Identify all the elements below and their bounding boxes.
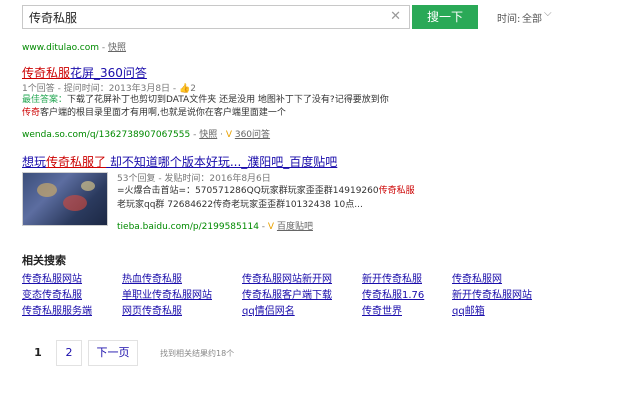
result-meta: 53个回复 - 发贴时间：2016年8月6日 xyxy=(117,174,271,184)
related-link[interactable]: 传奇私服网站新开网 xyxy=(242,270,332,285)
next-page-button[interactable]: 下一页 xyxy=(88,340,138,366)
related-link[interactable]: 网页传奇私服 xyxy=(122,302,182,317)
related-link[interactable]: 传奇私服1.76 xyxy=(362,286,424,301)
related-searches-title: 相关搜索 xyxy=(22,254,66,267)
related-link[interactable]: 传奇私服客户端下载 xyxy=(242,286,332,301)
result-title[interactable]: 传奇私服花屏_360问答 xyxy=(22,62,147,81)
related-link[interactable]: 传奇私服服务端 xyxy=(22,302,92,317)
related-link[interactable]: 单职业传奇私服网站 xyxy=(122,286,212,301)
result-title[interactable]: 想玩传奇私服了 却不知道哪个版本好玩..._濮阳吧_百度贴吧 xyxy=(22,151,337,170)
snapshot-link[interactable]: 快照 xyxy=(199,130,217,140)
source-link[interactable]: 360问答 xyxy=(235,130,270,140)
source-link[interactable]: 百度贴吧 xyxy=(277,222,313,232)
result-meta: 1个回答 - 提问时间：2013年3月8日 - 👍2 xyxy=(22,84,196,94)
result-thumbnail[interactable] xyxy=(22,172,108,226)
result-snippet-line: 最佳答案：下载了花屏补丁也剪切到DATA文件夹 还是没用 地图补丁下了没有?记得… xyxy=(22,95,389,105)
related-link[interactable]: 热血传奇私服 xyxy=(122,270,182,285)
search-button[interactable]: 搜一下 xyxy=(412,5,478,29)
related-link[interactable]: 传奇世界 xyxy=(362,302,402,317)
result-url: tieba.baidu.com/p/2199585114 xyxy=(117,222,259,232)
related-link[interactable]: 传奇私服网站 xyxy=(22,270,82,285)
result-snippet-line: =火爆合击首站=：570571286QQ玩家群玩家歪歪群14919260传奇私服 xyxy=(117,186,415,196)
related-link[interactable]: 新开传奇私服 xyxy=(362,270,422,285)
related-link[interactable]: qq情侣网名 xyxy=(242,302,295,317)
search-input[interactable] xyxy=(29,9,369,25)
result-url-line: wenda.so.com/q/1362738907067555 - 快照 · V… xyxy=(22,130,271,140)
result-count: 找到相关结果约18个 xyxy=(160,349,235,358)
result-url-line: www.ditulao.com - 快照 xyxy=(22,43,127,53)
result-url: www.ditulao.com xyxy=(22,43,100,53)
like-count: 2 xyxy=(190,84,196,94)
page-2-button[interactable]: 2 xyxy=(56,340,82,366)
related-link[interactable]: 变态传奇私服 xyxy=(22,286,82,301)
time-filter-select[interactable]: 全部 xyxy=(522,10,542,25)
thumbs-up-icon: 👍 xyxy=(179,84,191,94)
snapshot-link[interactable]: 快照 xyxy=(108,43,126,53)
result-url-line: tieba.baidu.com/p/2199585114 - V 百度贴吧 xyxy=(117,222,313,232)
search-box[interactable]: ✕ xyxy=(22,5,410,29)
page-1-current: 1 xyxy=(22,340,54,366)
related-link[interactable]: qq邮箱 xyxy=(452,302,485,317)
related-link[interactable]: 新开传奇私服网站 xyxy=(452,286,532,301)
related-link[interactable]: 传奇私服网 xyxy=(452,270,502,285)
chevron-down-icon[interactable]: ⌵ xyxy=(544,8,552,19)
result-url: wenda.so.com/q/1362738907067555 xyxy=(22,130,191,140)
result-snippet-line: 传奇客户端的根目录里面才有用啊,也就是说你在客户端里面建一个 xyxy=(22,108,286,118)
time-filter-label: 时间: xyxy=(497,14,521,25)
result-snippet-line: 老玩家qq群 72684622传奇老玩家歪歪群10132438 10点... xyxy=(117,200,363,210)
clear-icon[interactable]: ✕ xyxy=(390,9,401,25)
